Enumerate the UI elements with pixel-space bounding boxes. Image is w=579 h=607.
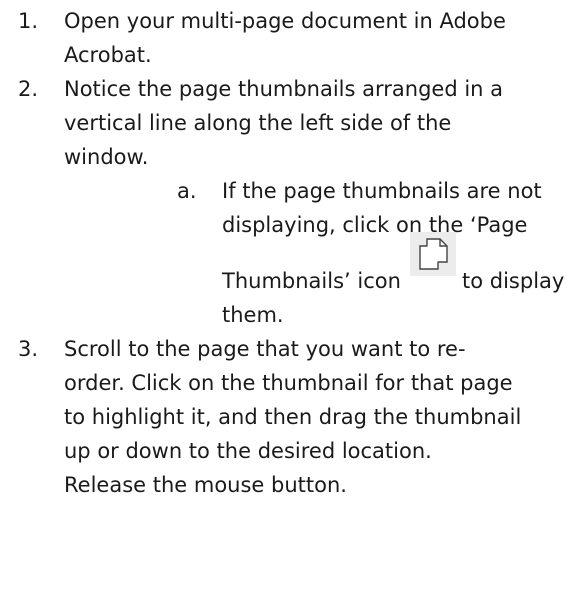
step-3-line-2: order. Click on the thumbnail for that p… [64, 371, 513, 395]
instruction-document: 1. Open your multi-page document in Adob… [0, 0, 579, 607]
substep-a-last-line: them. [222, 303, 284, 327]
step-2-line-2: vertical line along the left side of the [64, 111, 452, 135]
substep-a-icon-text-after: to display [462, 269, 565, 293]
step-1-line-1: Open your multi-page document in Adobe [64, 9, 506, 33]
step-2-line-1: Notice the page thumbnails arranged in a [64, 77, 504, 101]
step-3-line-5: Release the mouse button. [64, 473, 347, 497]
step-3-line-1: Scroll to the page that you want to re- [64, 337, 466, 361]
step-2-line-3: window. [64, 145, 149, 169]
page-thumbnails-icon-graphic [419, 238, 448, 270]
page-thumbnails-icon [410, 232, 456, 276]
substep-a-line-1: If the page thumbnails are not [222, 179, 542, 203]
step-1-line-2: Acrobat. [64, 43, 152, 67]
step-2-number: 2. [18, 77, 39, 101]
substep-a-line-2: displaying, click on the ‘Page [222, 213, 528, 237]
step-3-line-3: to highlight it, and then drag the thumb… [64, 405, 522, 429]
step-1-number: 1. [18, 9, 39, 33]
substep-a-letter: a. [177, 179, 197, 203]
substep-a-icon-text-before: Thumbnails’ icon [222, 269, 401, 293]
step-3-number: 3. [18, 337, 39, 361]
step-3-line-4: up or down to the desired location. [64, 439, 432, 463]
